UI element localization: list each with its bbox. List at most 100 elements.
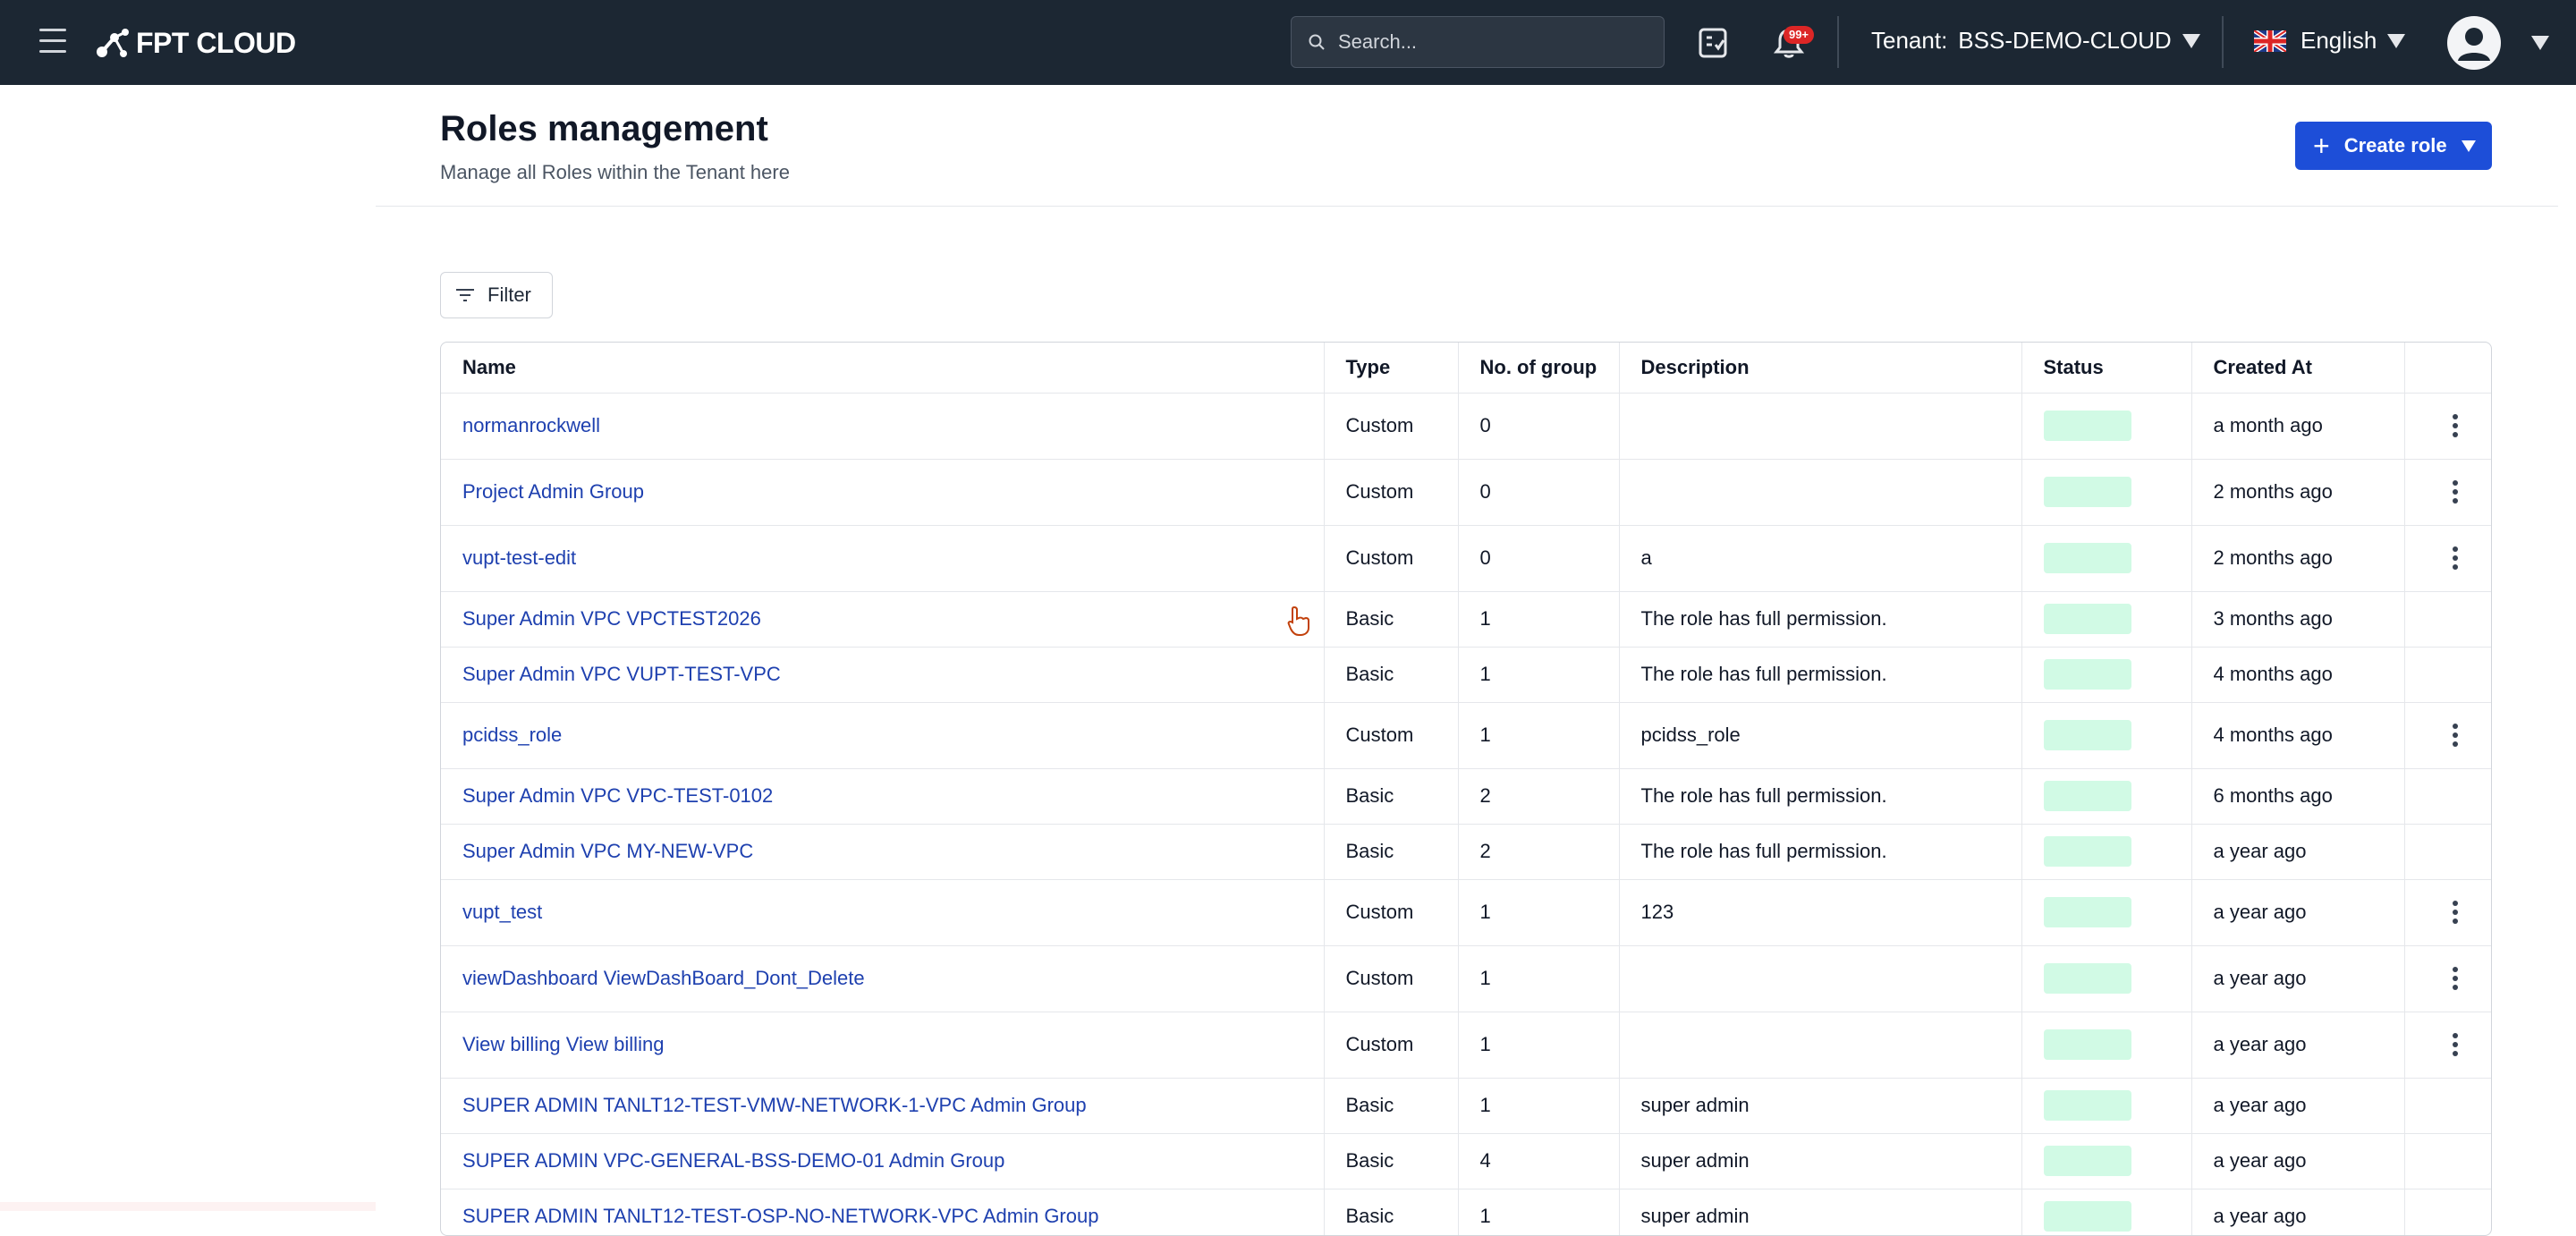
- cell-type: Basic: [1324, 591, 1459, 648]
- column-header-groups[interactable]: No. of group: [1458, 343, 1620, 394]
- table-row[interactable]: SUPER ADMIN TANLT12-TEST-OSP-NO-NETWORK-…: [441, 1189, 2491, 1235]
- cell-description: The role has full permission.: [1619, 647, 2022, 703]
- menu-icon[interactable]: [39, 29, 68, 55]
- filter-label: Filter: [487, 284, 531, 306]
- tenant-selector[interactable]: Tenant: BSS-DEMO-CLOUD: [1871, 27, 2200, 55]
- table-row[interactable]: SUPER ADMIN TANLT12-TEST-VMW-NETWORK-1-V…: [441, 1078, 2491, 1134]
- table-row[interactable]: pcidss_role Custom 1 pcidss_role 4 months ag…: [441, 702, 2491, 769]
- role-name-link[interactable]: SUPER ADMIN TANLT12-TEST-OSP-NO-NETWORK-…: [462, 1205, 1098, 1227]
- role-name-link[interactable]: vupt_test: [462, 901, 542, 923]
- more-actions-icon[interactable]: [2446, 965, 2464, 992]
- table-row[interactable]: SUPER ADMIN VPC-GENERAL-BSS-DEMO-01 Admi…: [441, 1133, 2491, 1189]
- cell-actions: [2404, 459, 2491, 526]
- cell-description: The role has full permission.: [1619, 591, 2022, 648]
- cell-groups: 1: [1458, 647, 1620, 703]
- language-selector[interactable]: English: [2254, 27, 2406, 55]
- cell-name: vupt-test-edit: [441, 525, 1325, 592]
- more-actions-icon[interactable]: [2446, 478, 2464, 505]
- cell-description: [1619, 459, 2022, 526]
- cell-groups: 1: [1458, 879, 1620, 946]
- tasks-icon[interactable]: [1698, 25, 1730, 59]
- cell-groups: 1: [1458, 1012, 1620, 1079]
- cell-groups: 1: [1458, 1078, 1620, 1134]
- role-name-link[interactable]: viewDashboard ViewDashBoard_Dont_Delete: [462, 967, 865, 989]
- role-name-link[interactable]: Super Admin VPC VPCTEST2026: [462, 607, 761, 630]
- role-name-link[interactable]: normanrockwell: [462, 414, 600, 436]
- cell-name: normanrockwell: [441, 393, 1325, 460]
- status-badge: [2043, 720, 2131, 750]
- cell-type: Custom: [1324, 525, 1459, 592]
- filter-button[interactable]: Filter: [440, 272, 553, 318]
- table-row[interactable]: View billing View billing Custom 1 a year a…: [441, 1012, 2491, 1079]
- column-header-type[interactable]: Type: [1324, 343, 1459, 394]
- cell-status: [2021, 879, 2192, 946]
- cell-actions: [2404, 768, 2491, 825]
- role-name-link[interactable]: Super Admin VPC MY-NEW-VPC: [462, 840, 753, 862]
- create-role-button[interactable]: + Create role: [2295, 122, 2492, 170]
- cell-description: super admin: [1619, 1189, 2022, 1235]
- role-name-link[interactable]: Super Admin VPC VUPT-TEST-VPC: [462, 663, 781, 685]
- cell-status: [2021, 459, 2192, 526]
- user-avatar[interactable]: [2447, 16, 2501, 70]
- language-label: English: [2301, 27, 2377, 54]
- brand-name: FPT CLOUD: [136, 26, 296, 59]
- status-badge: [2043, 604, 2131, 634]
- more-actions-icon[interactable]: [2446, 899, 2464, 926]
- search-box[interactable]: [1291, 16, 1665, 68]
- cell-description: The role has full permission.: [1619, 768, 2022, 825]
- cell-groups: 0: [1458, 393, 1620, 460]
- role-name-link[interactable]: Super Admin VPC VPC-TEST-0102: [462, 784, 773, 807]
- more-actions-icon[interactable]: [2446, 1031, 2464, 1058]
- table-row[interactable]: Super Admin VPC VPCTEST2026 Basic 1 The rol…: [441, 591, 2491, 648]
- column-header-description[interactable]: Description: [1619, 343, 2022, 394]
- role-name-link[interactable]: SUPER ADMIN TANLT12-TEST-VMW-NETWORK-1-V…: [462, 1094, 1087, 1116]
- role-name-link[interactable]: Project Admin Group: [462, 480, 644, 503]
- table-row[interactable]: Super Admin VPC MY-NEW-VPC Basic 2 The role…: [441, 824, 2491, 880]
- table-row[interactable]: viewDashboard ViewDashBoard_Dont_Delete C…: [441, 945, 2491, 1012]
- brand-logo[interactable]: FPT CLOUD: [95, 23, 296, 63]
- cell-status: [2021, 768, 2192, 825]
- status-badge: [2043, 411, 2131, 441]
- role-name-link[interactable]: View billing View billing: [462, 1033, 664, 1055]
- cell-name: Super Admin VPC MY-NEW-VPC: [441, 824, 1325, 880]
- role-name-link[interactable]: SUPER ADMIN VPC-GENERAL-BSS-DEMO-01 Admi…: [462, 1149, 1004, 1172]
- cell-actions: [2404, 1133, 2491, 1189]
- table-row[interactable]: normanrockwell Custom 0 a month ago: [441, 393, 2491, 460]
- cell-groups: 1: [1458, 1189, 1620, 1235]
- cell-name: Super Admin VPC VPCTEST2026: [441, 591, 1325, 648]
- nav-divider: [2222, 16, 2224, 68]
- cell-description: 123: [1619, 879, 2022, 946]
- role-name-link[interactable]: vupt-test-edit: [462, 546, 576, 569]
- cell-status: [2021, 945, 2192, 1012]
- search-input[interactable]: [1336, 30, 1644, 55]
- chevron-down-icon[interactable]: [2531, 36, 2549, 50]
- table-header-row: Name Type No. of group Description Statu…: [441, 343, 2491, 394]
- chevron-down-icon: [2387, 33, 2406, 48]
- column-header-created-at[interactable]: Created At: [2191, 343, 2405, 394]
- column-header-status[interactable]: Status: [2021, 343, 2192, 394]
- more-actions-icon[interactable]: [2446, 545, 2464, 571]
- cell-actions: [2404, 1078, 2491, 1134]
- cell-type: Basic: [1324, 1189, 1459, 1235]
- cell-created-at: a year ago: [2191, 1012, 2405, 1079]
- cell-status: [2021, 1012, 2192, 1079]
- cell-name: pcidss_role: [441, 702, 1325, 769]
- cell-name: Super Admin VPC VUPT-TEST-VPC: [441, 647, 1325, 703]
- more-actions-icon[interactable]: [2446, 722, 2464, 749]
- notification-badge: 99+: [1784, 26, 1814, 44]
- plus-icon: +: [2313, 130, 2330, 162]
- column-header-name[interactable]: Name: [441, 343, 1325, 394]
- cell-groups: 1: [1458, 702, 1620, 769]
- cell-description: [1619, 1012, 2022, 1079]
- more-actions-icon[interactable]: [2446, 412, 2464, 439]
- cell-created-at: a year ago: [2191, 1189, 2405, 1235]
- uk-flag-icon: [2254, 30, 2286, 52]
- cell-name: vupt_test: [441, 879, 1325, 946]
- table-row[interactable]: Super Admin VPC VPC-TEST-0102 Basic 2 The r…: [441, 768, 2491, 825]
- table-row[interactable]: Super Admin VPC VUPT-TEST-VPC Basic 1 The r…: [441, 647, 2491, 703]
- table-row[interactable]: Project Admin Group Custom 0 2 months ago: [441, 459, 2491, 526]
- role-name-link[interactable]: pcidss_role: [462, 724, 562, 746]
- table-row[interactable]: vupt_test Custom 1 123 a year ago: [441, 879, 2491, 946]
- cell-description: [1619, 945, 2022, 1012]
- table-row[interactable]: vupt-test-edit Custom 0 a 2 months ago: [441, 525, 2491, 592]
